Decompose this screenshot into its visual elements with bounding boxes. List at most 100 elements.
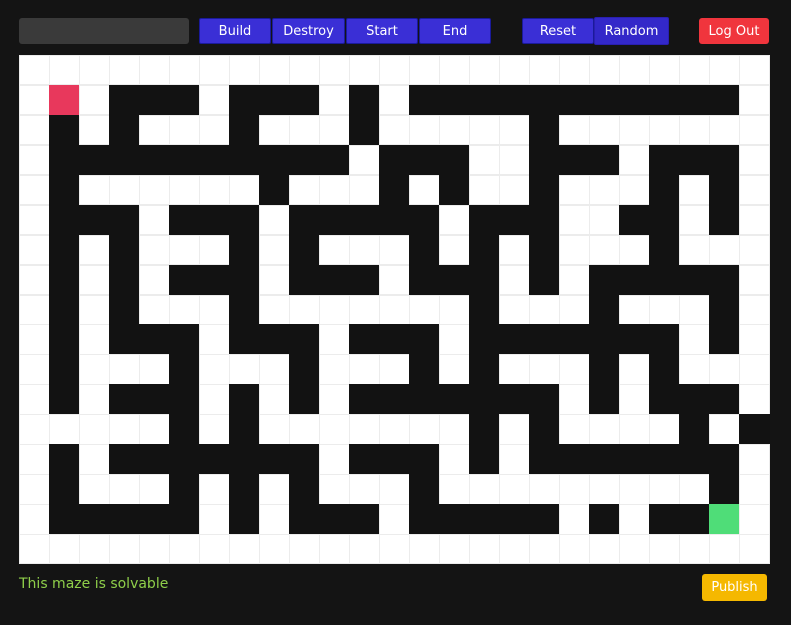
maze-cell-wall[interactable] [169,414,200,445]
maze-cell-open[interactable] [439,234,470,266]
maze-cell-wall[interactable] [139,444,170,475]
maze-cell-open[interactable] [529,474,560,505]
maze-cell-open[interactable] [289,114,320,146]
maze-cell-open[interactable] [349,414,380,445]
maze-cell-open[interactable] [499,354,530,385]
maze-cell-open[interactable] [199,114,230,146]
maze-cell-open[interactable] [379,354,410,385]
maze-cell-wall[interactable] [469,204,500,236]
maze-cell-wall[interactable] [589,354,620,385]
maze-cell-open[interactable] [469,114,500,146]
maze-cell-wall[interactable] [169,444,200,475]
maze-cell-wall[interactable] [79,504,110,535]
maze-cell-wall[interactable] [229,114,260,146]
maze-cell-wall[interactable] [499,84,530,116]
maze-cell-wall[interactable] [559,144,590,176]
maze-cell-open[interactable] [109,414,140,445]
maze-cell-wall[interactable] [529,174,560,206]
maze-cell-wall[interactable] [409,354,440,385]
maze-cell-open[interactable] [739,474,770,505]
maze-cell-open[interactable] [619,474,650,505]
maze-cell-wall[interactable] [169,354,200,385]
maze-cell-open[interactable] [379,534,410,565]
maze-cell-open[interactable] [79,444,110,475]
maze-cell-wall[interactable] [499,384,530,415]
maze-cell-open[interactable] [739,144,770,176]
maze-cell-open[interactable] [259,354,290,385]
maze-cell-wall[interactable] [709,324,740,355]
maze-cell-wall[interactable] [649,444,680,475]
maze-cell-open[interactable] [349,474,380,505]
maze-cell-open[interactable] [19,384,50,415]
build-button[interactable]: Build [199,18,271,44]
publish-button[interactable]: Publish [702,574,767,601]
maze-cell-wall[interactable] [229,324,260,355]
maze-cell-wall[interactable] [259,324,290,355]
maze-cell-open[interactable] [349,144,380,176]
maze-cell-open[interactable] [319,234,350,266]
maze-cell-open[interactable] [319,534,350,565]
maze-cell-wall[interactable] [109,504,140,535]
maze-cell-wall[interactable] [709,294,740,325]
maze-cell-wall[interactable] [49,384,80,415]
maze-cell-open[interactable] [379,414,410,445]
maze-cell-wall[interactable] [589,444,620,475]
end-button[interactable]: End [419,18,491,44]
maze-name-input[interactable] [19,18,189,44]
maze-cell-wall[interactable] [589,264,620,296]
maze-cell-open[interactable] [139,354,170,385]
maze-cell-wall[interactable] [619,264,650,296]
maze-cell-wall[interactable] [619,444,650,475]
maze-cell-open[interactable] [379,114,410,146]
maze-cell-wall[interactable] [109,294,140,325]
maze-cell-open[interactable] [559,174,590,206]
maze-cell-wall[interactable] [529,384,560,415]
maze-cell-wall[interactable] [679,144,710,176]
maze-cell-wall[interactable] [379,444,410,475]
maze-cell-wall[interactable] [529,504,560,535]
maze-cell-wall[interactable] [379,204,410,236]
maze-cell-open[interactable] [739,234,770,266]
maze-cell-open[interactable] [139,294,170,325]
maze-cell-wall[interactable] [49,474,80,505]
maze-cell-open[interactable] [259,414,290,445]
maze-cell-open[interactable] [109,55,140,86]
maze-cell-wall[interactable] [409,144,440,176]
maze-cell-open[interactable] [559,354,590,385]
maze-cell-wall[interactable] [349,504,380,535]
maze-cell-wall[interactable] [529,324,560,355]
maze-cell-open[interactable] [559,234,590,266]
maze-cell-open[interactable] [649,474,680,505]
logout-button[interactable]: Log Out [699,18,769,44]
maze-cell-wall[interactable] [49,114,80,146]
maze-cell-open[interactable] [439,414,470,445]
maze-cell-open[interactable] [469,534,500,565]
maze-cell-wall[interactable] [139,324,170,355]
maze-cell-wall[interactable] [679,444,710,475]
maze-cell-wall[interactable] [409,234,440,266]
maze-cell-open[interactable] [259,264,290,296]
maze-cell-wall[interactable] [199,144,230,176]
maze-cell-open[interactable] [199,354,230,385]
maze-cell-wall[interactable] [529,444,560,475]
maze-cell-wall[interactable] [109,144,140,176]
maze-cell-wall[interactable] [529,204,560,236]
maze-cell-wall[interactable] [499,324,530,355]
maze-cell-open[interactable] [739,84,770,116]
maze-cell-wall[interactable] [199,444,230,475]
maze-cell-open[interactable] [19,474,50,505]
maze-cell-wall[interactable] [469,294,500,325]
maze-cell-wall[interactable] [79,144,110,176]
maze-cell-open[interactable] [619,294,650,325]
maze-cell-open[interactable] [139,234,170,266]
maze-cell-open[interactable] [439,294,470,325]
maze-cell-open[interactable] [199,474,230,505]
maze-cell-wall[interactable] [139,144,170,176]
maze-cell-open[interactable] [649,294,680,325]
maze-cell-open[interactable] [319,354,350,385]
maze-cell-wall[interactable] [229,414,260,445]
maze-cell-open[interactable] [229,354,260,385]
maze-cell-open[interactable] [169,114,200,146]
maze-cell-open[interactable] [589,174,620,206]
maze-cell-open[interactable] [319,114,350,146]
